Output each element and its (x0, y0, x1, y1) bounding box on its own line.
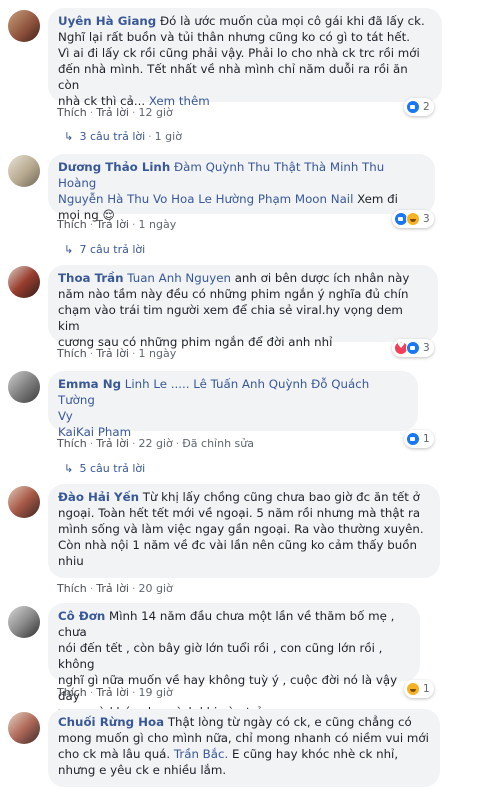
avatar[interactable] (8, 712, 40, 744)
comment-time[interactable]: 12 giờ (139, 106, 173, 119)
reaction-count: 1 (423, 433, 430, 445)
replies-count[interactable]: 7 câu trả lời (80, 243, 146, 256)
like-button[interactable]: Thích (57, 106, 87, 119)
reply-button[interactable]: Trả lời (96, 437, 129, 450)
avatar[interactable] (8, 486, 40, 518)
like-reaction-icon (406, 341, 420, 355)
reply-button[interactable]: Trả lời (96, 106, 129, 119)
like-button[interactable]: Thích (57, 218, 87, 231)
haha-reaction-icon (406, 682, 420, 696)
haha-reaction-icon (406, 212, 420, 226)
comment-text: chạm vào trái tim người xem để chia sẻ v… (58, 303, 403, 333)
comment-text: anh ơi bên dược ích nhân này (234, 271, 410, 285)
comment-time[interactable]: 1 ngày (139, 347, 177, 360)
reply-arrow-icon: ↳ (64, 462, 74, 475)
reply-button[interactable]: Trả lời (96, 686, 129, 699)
like-button[interactable]: Thích (57, 347, 87, 360)
comment-author[interactable]: Dương Thảo Linh (58, 160, 170, 174)
like-reaction-icon (406, 432, 420, 446)
mention[interactable]: Tuan Anh Nguyen (127, 271, 231, 285)
comment-actions: Thích · Trả lời · 1 ngày (57, 347, 177, 360)
comment-time[interactable]: 20 giờ (139, 582, 173, 595)
mention[interactable]: Nguyễn Hà Thu Vo Hoa Le Hường Phạm Moon … (58, 192, 353, 206)
comment-time[interactable]: 1 ngày (139, 218, 177, 231)
avatar[interactable] (8, 266, 40, 298)
like-button[interactable]: Thích (57, 437, 87, 450)
reaction-count: 3 (423, 342, 430, 354)
replies-time: 1 giờ (154, 130, 182, 143)
avatar[interactable] (8, 155, 40, 187)
comment-author[interactable]: Chuối Rừng Hoa (58, 715, 164, 729)
replies-count[interactable]: 5 câu trả lời (80, 462, 146, 475)
comment-actions: Thích · Trả lời · 20 giờ (57, 582, 173, 595)
comment-bubble: Chuối Rừng Hoa Thật lòng từ ngày có ck, … (48, 709, 440, 787)
comment-text: Còn nhà nội 1 năm về đc vài lần nên cũng… (58, 538, 417, 552)
reply-button[interactable]: Trả lời (96, 218, 129, 231)
like-button[interactable]: Thích (57, 582, 87, 595)
like-reaction-icon (406, 100, 420, 114)
reaction-summary[interactable]: 3 (392, 339, 434, 357)
comment-actions: Thích · Trả lời · 1 ngày (57, 218, 177, 231)
mention[interactable]: Trần Bắc. (174, 747, 228, 761)
reaction-count: 3 (423, 213, 430, 225)
reaction-count: 2 (423, 101, 430, 113)
comment-actions: Thích · Trả lời · 12 giờ (57, 106, 173, 119)
comment-bubble: Cô Đơn Mình 14 năm đầu chưa một lần về t… (48, 603, 420, 719)
comment-bubble: Dương Thảo Linh Đàm Quỳnh Thu Thật Thà M… (48, 154, 435, 222)
comment-text: cho ck mà lâu quá. (58, 747, 171, 761)
like-button[interactable]: Thích (57, 686, 87, 699)
comment-text: Nghĩ lại rất buồn và tủi thân nhưng cũng… (58, 30, 410, 44)
reply-arrow-icon: ↳ (64, 243, 74, 256)
comment-text: nhưng e yêu ck e nhiều lắm. (58, 763, 227, 777)
avatar[interactable] (8, 606, 40, 638)
comment-text: nhiu (58, 554, 84, 568)
comment-bubble: Thoa Trần Tuan Anh Nguyen anh ơi bên dượ… (48, 265, 438, 349)
reply-button[interactable]: Trả lời (96, 347, 129, 360)
reaction-summary[interactable]: 1 (404, 430, 434, 448)
reaction-summary[interactable]: 2 (404, 98, 434, 116)
comment-text: năm nào tầm này đều có những phim ngắn ý… (58, 287, 409, 301)
comment-time[interactable]: 19 giờ (139, 686, 173, 699)
comment-text: Mình 14 năm đầu chưa một lần về thăm bố … (58, 609, 395, 639)
comment-text: nói đến tết , còn bây giờ lớn tuổi rồi ,… (58, 641, 383, 671)
comment-author[interactable]: Đào Hải Yến (58, 490, 139, 504)
comment-author[interactable]: Cô Đơn (58, 609, 105, 623)
view-replies-link[interactable]: ↳ 7 câu trả lời (64, 243, 145, 256)
reaction-count: 1 (423, 683, 430, 695)
reply-button[interactable]: Trả lời (96, 582, 129, 595)
comment-bubble: Đào Hải Yến Từ khị lấy chồng cũng chưa b… (48, 484, 440, 578)
comment-text: Xem đi (357, 192, 398, 206)
reply-arrow-icon: ↳ (64, 130, 74, 143)
comment-time[interactable]: 22 giờ (139, 437, 173, 450)
comment-text: Thật lòng từ ngày có ck, e cũng chẳng có (167, 715, 412, 729)
comment-text: đến nhà mình. Tết nhất về nhà mình chỉ n… (58, 62, 408, 92)
comment-actions: Thích · Trả lời · 19 giờ (57, 686, 173, 699)
comment-text: mình sống và làm việc ngay gần ngoại. Ra… (58, 522, 424, 536)
reaction-summary[interactable]: 1 (404, 680, 434, 698)
replies-count[interactable]: 3 câu trả lời (80, 130, 146, 143)
mention[interactable]: Vy (58, 409, 73, 423)
comment-bubble: Uyên Hà Giang Đó là ước muốn của mọi cô … (48, 8, 442, 108)
avatar[interactable] (8, 371, 40, 403)
comment-author[interactable]: Uyên Hà Giang (58, 14, 156, 28)
view-replies-link[interactable]: ↳ 3 câu trả lời · 1 giờ (64, 130, 182, 143)
comment-text: ngoại. Toàn hết tết mới về ngoại. 5 năm … (58, 506, 421, 520)
comment-actions: Thích · Trả lời · 22 giờ · Đã chỉnh sửa (57, 437, 254, 450)
avatar[interactable] (8, 10, 40, 42)
comment-author[interactable]: Emma Ng (58, 377, 121, 391)
comment-text: mong muốn gì cho mình nữa, chỉ mong nhan… (58, 731, 429, 745)
comment-author[interactable]: Thoa Trần (58, 271, 124, 285)
comment-text: E cũng hay khóc nhè ck nhỉ, (232, 747, 399, 761)
comment-text: Đó là ước muốn của mọi cô gái khi đã lấy… (160, 14, 425, 28)
reaction-summary[interactable]: 3 (392, 210, 434, 228)
edited-label[interactable]: Đã chỉnh sửa (182, 437, 254, 450)
comment-text: Từ khị lấy chồng cũng chưa bao giờ đc ăn… (142, 490, 420, 504)
comment-text: Vì ai đi lấy ck rồi cũng phải vậy. Phải … (58, 46, 420, 60)
comment-bubble: Emma Ng Linh Le ..... Lê Tuấn Anh Quỳnh … (48, 371, 418, 439)
view-replies-link[interactable]: ↳ 5 câu trả lời (64, 462, 145, 475)
